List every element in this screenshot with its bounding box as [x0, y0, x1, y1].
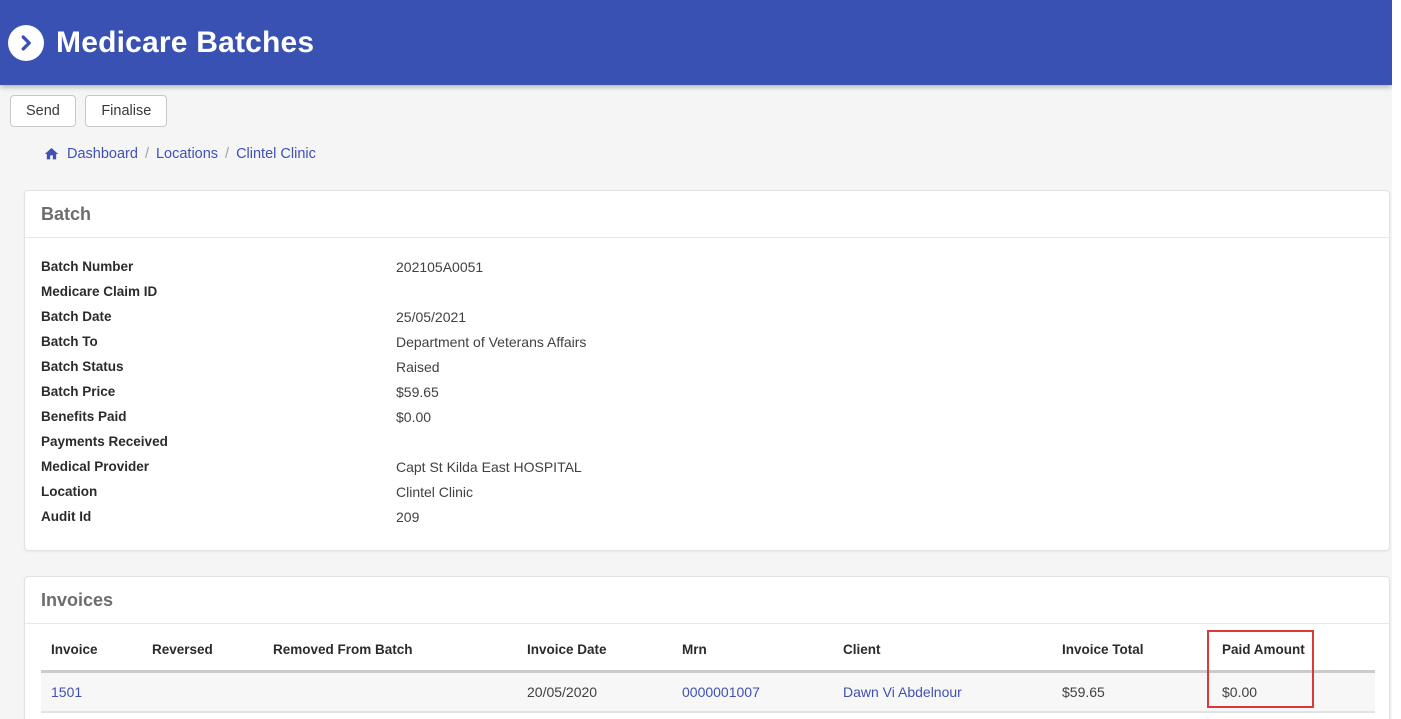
- breadcrumb-separator: /: [144, 146, 149, 162]
- finalise-button[interactable]: Finalise: [85, 95, 168, 127]
- home-icon[interactable]: [43, 146, 60, 162]
- invoice-table-row: 1501 20/05/2020 0000001007 Dawn Vi Abdel…: [41, 671, 1375, 713]
- invoices-table: Invoice Reversed Removed From Batch Invo…: [41, 624, 1375, 713]
- page: Medicare Batches Send Finalise Dashboard…: [0, 0, 1392, 719]
- invoices-panel: Invoices Invoice Reversed Removed From B…: [24, 576, 1390, 719]
- field-row-medical-provider: Medical Provider Capt St Kilda East HOSP…: [41, 454, 1373, 479]
- breadcrumb: Dashboard / Locations / Clintel Clinic: [43, 146, 1392, 162]
- field-value: Clintel Clinic: [396, 483, 474, 500]
- field-label: Batch Price: [41, 384, 116, 399]
- column-header-invoice-date: Invoice Date: [517, 624, 672, 673]
- field-label: Payments Received: [41, 434, 168, 449]
- column-header-client: Client: [833, 624, 1052, 673]
- field-value: Capt St Kilda East HOSPITAL: [396, 458, 582, 475]
- field-value: $59.65: [396, 383, 439, 400]
- send-button[interactable]: Send: [10, 95, 76, 127]
- field-value: Department of Veterans Affairs: [396, 333, 587, 350]
- batch-panel-title: Batch: [41, 204, 92, 224]
- field-row-batch-status: Batch Status Raised: [41, 354, 1373, 379]
- client-link[interactable]: Dawn Vi Abdelnour: [843, 684, 962, 700]
- column-header-reversed: Reversed: [142, 624, 263, 673]
- breadcrumb-separator: /: [225, 146, 230, 162]
- mrn-link[interactable]: 0000001007: [682, 684, 760, 700]
- invoices-table-header-row: Invoice Reversed Removed From Batch Invo…: [41, 624, 1375, 673]
- field-value: Raised: [396, 358, 440, 375]
- field-label: Medical Provider: [41, 459, 150, 474]
- field-row-payments-received: Payments Received: [41, 429, 1373, 454]
- field-value: 209: [396, 508, 420, 525]
- cell-invoice-date: 20/05/2020: [517, 671, 672, 713]
- field-row-batch-to: Batch To Department of Veterans Affairs: [41, 329, 1373, 354]
- cell-removed-from-batch: [263, 671, 517, 713]
- field-row-batch-price: Batch Price $59.65: [41, 379, 1373, 404]
- column-header-paid-amount: Paid Amount: [1212, 624, 1375, 673]
- field-row-location: Location Clintel Clinic: [41, 479, 1373, 504]
- field-value: 25/05/2021: [396, 308, 467, 325]
- cell-client: Dawn Vi Abdelnour: [833, 671, 1052, 713]
- app-header: Medicare Batches: [0, 0, 1392, 85]
- column-header-invoice: Invoice: [41, 624, 142, 673]
- field-row-batch-date: Batch Date 25/05/2021: [41, 304, 1373, 329]
- breadcrumb-locations[interactable]: Locations: [156, 146, 218, 162]
- cell-invoice-total: $59.65: [1052, 671, 1212, 713]
- column-header-invoice-total: Invoice Total: [1052, 624, 1212, 673]
- field-label: Batch Status: [41, 359, 124, 374]
- field-value: 202105A0051: [396, 258, 484, 275]
- column-header-mrn: Mrn: [672, 624, 833, 673]
- cell-reversed: [142, 671, 263, 713]
- breadcrumb-clintel-clinic[interactable]: Clintel Clinic: [236, 146, 316, 162]
- invoices-panel-title: Invoices: [41, 590, 114, 610]
- field-label: Medicare Claim ID: [41, 284, 158, 299]
- field-label: Batch Number: [41, 259, 134, 274]
- cell-invoice: 1501: [41, 671, 142, 713]
- invoice-number-link[interactable]: 1501: [51, 684, 82, 700]
- toolbar: Send Finalise: [0, 85, 1392, 127]
- field-row-audit-id: Audit Id 209: [41, 504, 1373, 529]
- cell-paid-amount: $0.00: [1212, 671, 1375, 713]
- batch-fields: Batch Number 202105A0051 Medicare Claim …: [25, 238, 1389, 550]
- page-title: Medicare Batches: [56, 25, 315, 59]
- field-label: Audit Id: [41, 509, 92, 524]
- breadcrumb-dashboard[interactable]: Dashboard: [67, 146, 138, 162]
- field-label: Batch Date: [41, 309, 112, 324]
- field-row-batch-number: Batch Number 202105A0051: [41, 254, 1373, 279]
- field-label: Location: [41, 484, 98, 499]
- cell-mrn: 0000001007: [672, 671, 833, 713]
- field-value: $0.00: [396, 408, 432, 425]
- chevron-right-circle-icon[interactable]: [8, 24, 44, 61]
- field-row-medicare-claim-id: Medicare Claim ID: [41, 279, 1373, 304]
- field-label: Batch To: [41, 334, 98, 349]
- batch-panel: Batch Batch Number 202105A0051 Medicare …: [24, 190, 1390, 551]
- column-header-removed-from-batch: Removed From Batch: [263, 624, 517, 673]
- field-row-benefits-paid: Benefits Paid $0.00: [41, 404, 1373, 429]
- field-label: Benefits Paid: [41, 409, 127, 424]
